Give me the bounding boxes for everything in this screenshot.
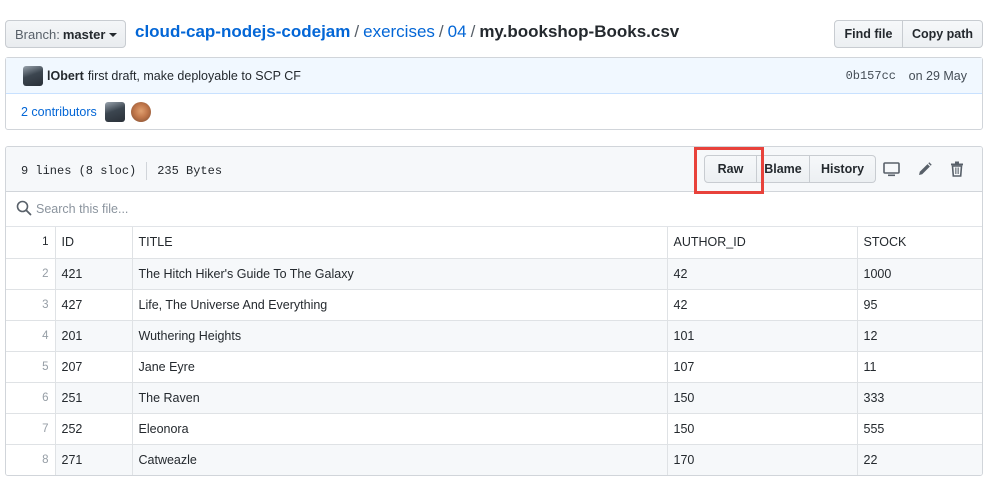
find-file-button[interactable]: Find file — [834, 20, 903, 48]
contributor-avatar[interactable] — [104, 101, 125, 122]
contributor-avatar[interactable] — [130, 101, 151, 122]
table-row: 3 427 Life, The Universe And Everything … — [6, 289, 982, 321]
table-row: 4 201 Wuthering Heights 101 12 — [6, 320, 982, 352]
breadcrumb-separator: / — [470, 22, 476, 41]
branch-value: master — [62, 26, 106, 42]
line-number[interactable]: 8 — [6, 444, 56, 475]
table-row: 6 251 The Raven 150 333 — [6, 382, 982, 414]
trash-icon[interactable] — [947, 159, 967, 179]
commit-message-link[interactable]: first draft, make deployable to SCP CF — [88, 69, 301, 83]
cell-id: 207 — [55, 351, 133, 383]
column-header-stock: STOCK — [857, 227, 982, 259]
cell-stock: 11 — [857, 351, 982, 383]
history-button[interactable]: History — [810, 155, 876, 183]
breadcrumb-04-link[interactable]: 04 — [448, 22, 467, 41]
line-number[interactable]: 5 — [6, 351, 56, 383]
line-number[interactable]: 1 — [6, 227, 56, 259]
line-number[interactable]: 3 — [6, 289, 56, 321]
cell-id: 251 — [55, 382, 133, 414]
breadcrumb-separator: / — [354, 22, 360, 41]
table-row: 8 271 Catweazle 170 22 — [6, 444, 982, 475]
cell-title: Wuthering Heights — [132, 320, 668, 352]
cell-stock: 22 — [857, 444, 982, 475]
cell-title: Life, The Universe And Everything — [132, 289, 668, 321]
line-number[interactable]: 4 — [6, 320, 56, 352]
table-row: 7 252 Eleonora 150 555 — [6, 413, 982, 445]
cell-title: Catweazle — [132, 444, 668, 475]
breadcrumb: cloud-cap-nodejs-codejam / exercises/04/my… — [135, 22, 679, 42]
cell-title: Eleonora — [132, 413, 668, 445]
cell-author-id: 170 — [667, 444, 858, 475]
branch-select-button[interactable]: Branch: master — [5, 20, 126, 48]
commit-date: on 29 May — [908, 69, 967, 83]
breadcrumb-exercises-link[interactable]: exercises — [363, 22, 435, 41]
commit-info-box: lObert first draft, make deployable to S… — [5, 57, 983, 130]
cell-title: The Hitch Hiker's Guide To The Galaxy — [132, 258, 668, 290]
file-action-buttons: Raw Blame History — [704, 155, 876, 183]
cell-stock: 1000 — [857, 258, 982, 290]
pencil-icon[interactable] — [914, 159, 934, 179]
cell-title: The Raven — [132, 382, 668, 414]
branch-label: Branch: — [15, 26, 60, 42]
file-info: 9 lines (8 sloc) 235 Bytes — [21, 162, 222, 180]
blame-button[interactable]: Blame — [757, 155, 810, 183]
search-file-input[interactable] — [36, 202, 436, 216]
file-line-count: 9 lines (8 sloc) — [21, 164, 137, 178]
line-number[interactable]: 2 — [6, 258, 56, 290]
cell-stock: 12 — [857, 320, 982, 352]
cell-author-id: 42 — [667, 289, 858, 321]
cell-stock: 95 — [857, 289, 982, 321]
cell-author-id: 150 — [667, 382, 858, 414]
column-header-author-id: AUTHOR_ID — [667, 227, 858, 259]
search-icon — [16, 200, 32, 219]
line-number[interactable]: 6 — [6, 382, 56, 414]
file-size: 235 Bytes — [157, 164, 223, 178]
cell-id: 427 — [55, 289, 133, 321]
file-navigation: Branch: master cloud-cap-nodejs-codejam /… — [0, 0, 983, 52]
column-header-id: ID — [55, 227, 133, 259]
breadcrumb-separator: / — [438, 22, 444, 41]
cell-id: 271 — [55, 444, 133, 475]
file-search-row — [6, 192, 982, 227]
column-header-title: TITLE — [132, 227, 668, 259]
cell-id: 252 — [55, 413, 133, 445]
desktop-icon[interactable] — [881, 159, 901, 179]
author-avatar[interactable] — [23, 65, 43, 86]
cell-author-id: 150 — [667, 413, 858, 445]
commit-sha-link[interactable]: 0b157cc — [846, 69, 896, 83]
file-info-divider — [146, 162, 148, 180]
file-content-box: 9 lines (8 sloc) 235 Bytes Raw Blame His… — [5, 146, 983, 476]
cell-title: Jane Eyre — [132, 351, 668, 383]
table-header-row: 1 ID TITLE AUTHOR_ID STOCK — [6, 227, 982, 259]
contributors-link[interactable]: 2 contributors — [21, 105, 97, 119]
file-header: 9 lines (8 sloc) 235 Bytes Raw Blame His… — [6, 147, 982, 194]
csv-table: 1 ID TITLE AUTHOR_ID STOCK 2 421 The Hit… — [6, 227, 982, 475]
cell-author-id: 107 — [667, 351, 858, 383]
breadcrumb-repo-link[interactable]: cloud-cap-nodejs-codejam — [135, 22, 350, 41]
table-row: 5 207 Jane Eyre 107 11 — [6, 351, 982, 383]
latest-commit-row: lObert first draft, make deployable to S… — [6, 58, 982, 94]
cell-stock: 333 — [857, 382, 982, 414]
table-row: 2 421 The Hitch Hiker's Guide To The Gal… — [6, 258, 982, 290]
line-number[interactable]: 7 — [6, 413, 56, 445]
cell-author-id: 101 — [667, 320, 858, 352]
contributors-row: 2 contributors — [6, 94, 982, 129]
copy-path-button[interactable]: Copy path — [903, 20, 983, 48]
cell-id: 421 — [55, 258, 133, 290]
breadcrumb-current-file: my.bookshop-Books.csv — [479, 22, 680, 41]
cell-author-id: 42 — [667, 258, 858, 290]
raw-button[interactable]: Raw — [704, 155, 757, 183]
cell-stock: 555 — [857, 413, 982, 445]
cell-id: 201 — [55, 320, 133, 352]
file-header-button-group: Find file Copy path — [834, 20, 983, 48]
commit-author-link[interactable]: lObert — [47, 69, 84, 83]
chevron-down-icon — [109, 33, 118, 37]
